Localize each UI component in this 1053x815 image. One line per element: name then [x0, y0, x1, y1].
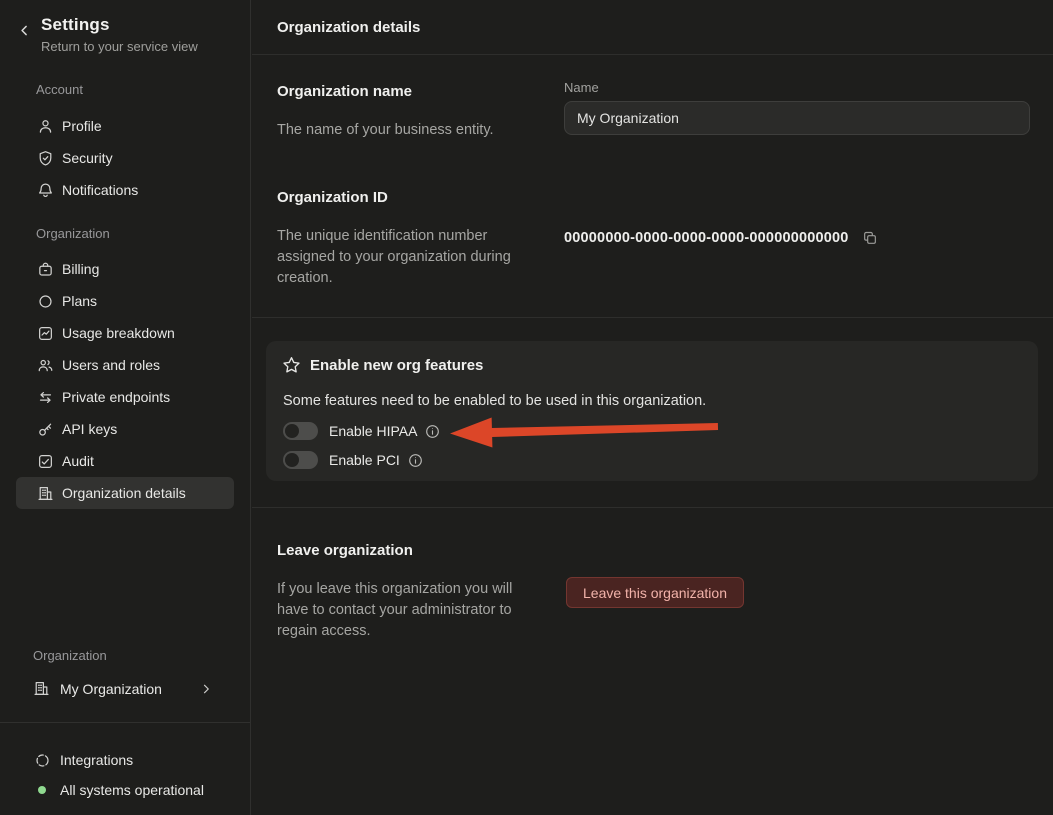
org-switcher-label: My Organization — [60, 681, 162, 697]
sidebar-item-billing[interactable]: Billing — [0, 253, 250, 285]
sidebar-subtitle: Return to your service view — [41, 39, 198, 54]
sidebar-title: Settings — [41, 15, 198, 35]
status-dot — [33, 781, 51, 799]
sidebar-item-label: API keys — [62, 421, 117, 437]
page-header: Organization details — [252, 0, 1053, 55]
info-icon[interactable] — [408, 453, 423, 468]
sidebar-item-label: Profile — [62, 118, 102, 134]
sidebar-item-label: Notifications — [62, 182, 138, 198]
sidebar-item-audit[interactable]: Audit — [0, 445, 250, 477]
sidebar-item-label: Audit — [62, 453, 94, 469]
sidebar-item-label: Plans — [62, 293, 97, 309]
pci-toggle-label: Enable PCI — [329, 452, 400, 468]
name-field-label: Name — [564, 80, 599, 95]
sidebar-item-label: Security — [62, 150, 113, 166]
org-id-value: 00000000-0000-0000-0000-000000000000 — [564, 230, 849, 246]
shield-icon — [36, 149, 54, 167]
org-id-title: Organization ID — [277, 189, 388, 206]
sidebar-item-usage-breakdown[interactable]: Usage breakdown — [0, 317, 250, 349]
hipaa-toggle-row: Enable HIPAA — [283, 422, 440, 440]
leave-organization-button[interactable]: Leave this organization — [566, 577, 744, 608]
section-divider — [252, 317, 1053, 318]
chevron-right-icon — [200, 683, 212, 695]
sidebar: Settings Return to your service view Acc… — [0, 0, 251, 815]
settings-window: Settings Return to your service view Acc… — [0, 0, 1053, 815]
wallet-icon — [36, 260, 54, 278]
section-header-org-switcher: Organization — [33, 648, 107, 663]
sidebar-item-organization-details[interactable]: Organization details — [16, 477, 234, 509]
sidebar-item-label: Users and roles — [62, 357, 160, 373]
leave-org-title: Leave organization — [277, 542, 413, 559]
back-button[interactable] — [16, 22, 33, 39]
section-header-organization: Organization — [36, 226, 110, 241]
organization-nav: Billing Plans Usage breakdown Users and … — [0, 253, 250, 509]
system-status-link[interactable]: All systems operational — [0, 775, 250, 805]
sidebar-item-security[interactable]: Security — [0, 142, 250, 174]
account-nav: Profile Security Notifications — [0, 110, 250, 206]
sidebar-item-api-keys[interactable]: API keys — [0, 413, 250, 445]
sidebar-item-label: Usage breakdown — [62, 325, 175, 341]
circle-icon — [36, 292, 54, 310]
org-id-value-row: 00000000-0000-0000-0000-000000000000 — [564, 230, 878, 246]
org-name-description: The name of your business entity. — [277, 120, 494, 141]
key-icon — [36, 420, 54, 438]
copy-icon[interactable] — [862, 230, 878, 246]
star-icon — [282, 356, 301, 375]
features-card: Enable new org features Some features ne… — [266, 341, 1038, 481]
sidebar-item-users-and-roles[interactable]: Users and roles — [0, 349, 250, 381]
leave-org-description: If you leave this organization you will … — [277, 579, 529, 642]
org-name-title: Organization name — [277, 83, 412, 100]
sidebar-item-label: Private endpoints — [62, 389, 170, 405]
sidebar-item-private-endpoints[interactable]: Private endpoints — [0, 381, 250, 413]
org-switcher[interactable]: My Organization — [16, 672, 234, 705]
puzzle-icon — [33, 751, 51, 769]
sidebar-item-profile[interactable]: Profile — [0, 110, 250, 142]
system-status-label: All systems operational — [60, 782, 204, 798]
integrations-link[interactable]: Integrations — [0, 745, 250, 775]
building-icon — [36, 484, 54, 502]
chevron-left-icon — [18, 24, 31, 37]
audit-check-icon — [36, 452, 54, 470]
building-icon — [33, 680, 51, 698]
info-icon[interactable] — [425, 424, 440, 439]
page-title: Organization details — [277, 19, 420, 36]
sidebar-item-label: Organization details — [62, 485, 186, 501]
enable-hipaa-toggle[interactable] — [283, 422, 318, 440]
sidebar-footer-divider — [0, 722, 251, 723]
main-content: Organization details Organization name T… — [252, 0, 1053, 815]
sidebar-item-plans[interactable]: Plans — [0, 285, 250, 317]
user-icon — [36, 117, 54, 135]
pci-toggle-row: Enable PCI — [283, 451, 423, 469]
enable-pci-toggle[interactable] — [283, 451, 318, 469]
bell-icon — [36, 181, 54, 199]
arrows-swap-icon — [36, 388, 54, 406]
sidebar-header: Settings Return to your service view — [16, 15, 198, 54]
features-card-title: Enable new org features — [310, 357, 483, 374]
hipaa-toggle-label: Enable HIPAA — [329, 423, 417, 439]
sidebar-item-notifications[interactable]: Notifications — [0, 174, 250, 206]
section-divider — [252, 507, 1053, 508]
sidebar-item-label: Billing — [62, 261, 99, 277]
section-header-account: Account — [36, 82, 83, 97]
features-card-description: Some features need to be enabled to be u… — [283, 393, 706, 409]
integrations-label: Integrations — [60, 752, 133, 768]
org-id-description: The unique identification number assigne… — [277, 226, 531, 289]
users-icon — [36, 356, 54, 374]
org-name-input[interactable] — [564, 101, 1030, 135]
chart-icon — [36, 324, 54, 342]
